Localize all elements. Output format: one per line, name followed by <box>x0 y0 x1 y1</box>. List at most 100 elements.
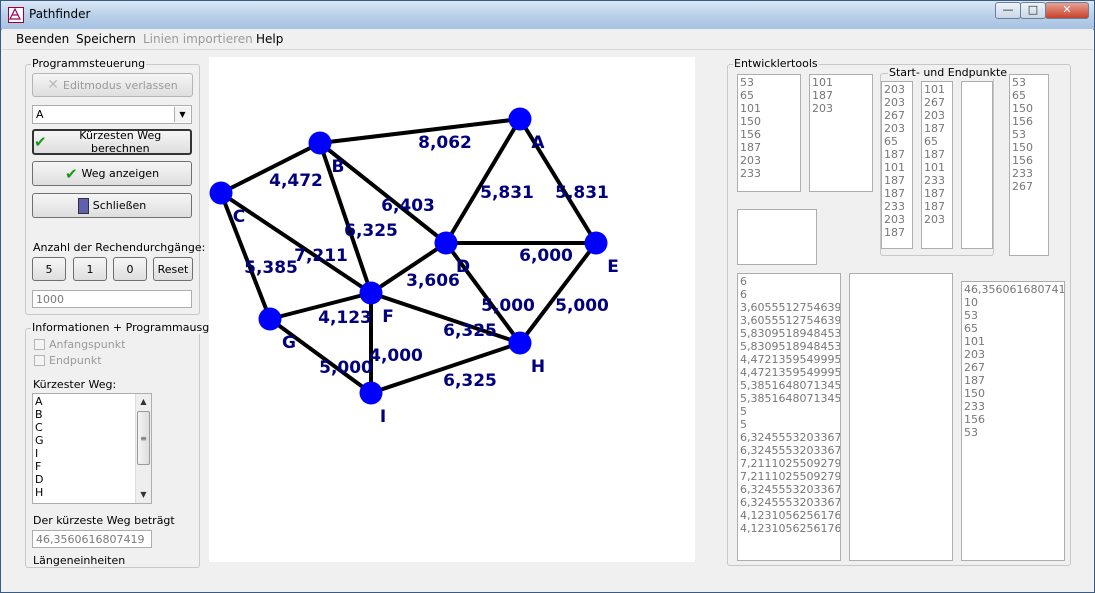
list-item[interactable]: 65 <box>884 135 910 148</box>
node-g[interactable] <box>258 307 282 331</box>
list-item[interactable]: 187 <box>884 226 910 239</box>
list-item[interactable]: 187 <box>812 89 870 102</box>
edge-g-i[interactable] <box>268 317 373 395</box>
close-app-button[interactable]: Schließen <box>32 193 192 218</box>
list-item[interactable]: 53 <box>964 309 1062 322</box>
list-item[interactable]: G <box>35 434 149 447</box>
shortest-path-scrollbar[interactable]: ▲ ≡ ▼ <box>135 394 151 503</box>
list-item[interactable]: 187 <box>924 200 950 213</box>
node-f[interactable] <box>359 281 383 305</box>
list-item[interactable]: 187 <box>924 122 950 135</box>
dev-list-2[interactable]: 101 187 203 <box>809 74 873 192</box>
list-item[interactable]: 101 <box>964 335 1062 348</box>
node-select[interactable]: A ▼ <box>32 105 192 124</box>
list-item[interactable]: 267 <box>1012 180 1046 193</box>
list-item[interactable]: 150 <box>1012 141 1046 154</box>
list-item[interactable]: 150 <box>964 387 1062 400</box>
menu-help[interactable]: Help <box>256 32 283 46</box>
node-a[interactable] <box>508 107 532 131</box>
list-item[interactable]: 203 <box>884 122 910 135</box>
list-item[interactable]: 233 <box>884 200 910 213</box>
list-item[interactable]: F <box>35 460 149 473</box>
shortest-path-list[interactable]: A B C G I F D H ▲ ≡ ▼ <box>32 393 152 504</box>
iteration-0-button[interactable]: 0 <box>113 257 147 281</box>
list-item[interactable]: 233 <box>964 400 1062 413</box>
list-item[interactable]: 187 <box>884 174 910 187</box>
list-item[interactable]: 6 <box>740 275 838 288</box>
list-item[interactable]: 203 <box>924 109 950 122</box>
checkbox-box[interactable] <box>34 355 45 366</box>
start-end-list-3[interactable] <box>961 81 993 249</box>
close-window-button[interactable]: ✕ <box>1045 2 1089 19</box>
checkbox-box[interactable] <box>34 339 45 350</box>
list-item[interactable]: 203 <box>884 83 910 96</box>
node-e[interactable] <box>584 231 608 255</box>
list-item[interactable]: 4,47213595499958 <box>740 366 840 379</box>
list-item[interactable]: 187 <box>740 141 798 154</box>
list-item[interactable]: 5,3851648071345 <box>740 392 840 405</box>
list-item[interactable]: 3,60555127546399 <box>740 314 840 327</box>
graph-canvas[interactable]: 8,062 5,831 5,831 4,472 6,403 6,325 7,211 5,385… <box>209 57 695 562</box>
list-item[interactable]: 101 <box>740 102 798 115</box>
scroll-up-icon[interactable]: ▲ <box>137 395 150 409</box>
compute-shortest-path-button[interactable]: ✔ Kürzesten Weg berechnen <box>32 129 192 155</box>
list-item[interactable]: 267 <box>884 109 910 122</box>
dev-empty-list[interactable] <box>849 273 953 561</box>
edge-c-g[interactable] <box>219 192 272 320</box>
list-item[interactable]: A <box>35 395 149 408</box>
list-item[interactable]: 65 <box>1012 89 1046 102</box>
list-item[interactable]: 101 <box>812 76 870 89</box>
iteration-5-button[interactable]: 5 <box>32 257 66 281</box>
list-item[interactable]: H <box>35 486 149 499</box>
list-item[interactable]: 101 <box>924 161 950 174</box>
list-item[interactable]: 203 <box>924 213 950 226</box>
list-item[interactable]: 53 <box>1012 128 1046 141</box>
list-item[interactable]: 156 <box>1012 115 1046 128</box>
scroll-down-icon[interactable]: ▼ <box>137 488 150 502</box>
list-item[interactable]: 4,12310562561766 <box>740 509 840 522</box>
reset-button[interactable]: Reset <box>153 257 193 281</box>
node-b[interactable] <box>308 131 332 155</box>
list-item[interactable]: 101 <box>884 161 910 174</box>
list-item[interactable]: 65 <box>964 322 1062 335</box>
graph-svg[interactable]: 8,062 5,831 5,831 4,472 6,403 6,325 7,2115,385… <box>209 57 695 562</box>
start-end-list-2[interactable]: 101 267 203 187 65 187 101 233 187 187 203 <box>921 81 953 249</box>
list-item[interactable]: 6,32455532033676 <box>740 444 840 457</box>
dev-empty-box[interactable] <box>737 209 817 265</box>
list-item[interactable]: 187 <box>884 187 910 200</box>
list-item[interactable]: 5 <box>740 405 838 418</box>
list-item[interactable]: 203 <box>812 102 870 115</box>
list-item[interactable]: 233 <box>1012 167 1046 180</box>
distances-list[interactable]: 6 6 3,60555127546399 3,60555127546399 5,8309… <box>737 273 841 561</box>
chevron-down-icon[interactable]: ▼ <box>174 107 190 122</box>
list-item[interactable]: 156 <box>1012 154 1046 167</box>
maximize-button[interactable]: □ <box>1020 2 1046 19</box>
list-item[interactable]: 187 <box>884 148 910 161</box>
list-item[interactable]: C <box>35 421 149 434</box>
list-item[interactable]: 53 <box>964 426 1062 439</box>
list-item[interactable]: 187 <box>924 148 950 161</box>
node-i[interactable] <box>359 381 383 405</box>
list-item[interactable]: 6,32455532033676 <box>740 496 840 509</box>
list-item[interactable]: 5,8309518948453 <box>740 327 840 340</box>
list-item[interactable]: 156 <box>964 413 1062 426</box>
list-item[interactable]: 10 <box>964 296 1062 309</box>
list-item[interactable]: 6,32455532033676 <box>740 431 840 444</box>
title-bar[interactable]: Pathfinder — □ ✕ <box>1 1 1094 30</box>
list-item[interactable]: 267 <box>964 361 1062 374</box>
show-path-button[interactable]: ✔ Weg anzeigen <box>32 161 192 186</box>
list-item[interactable]: 187 <box>964 374 1062 387</box>
end-point-checkbox[interactable]: Endpunkt <box>34 354 102 367</box>
list-item[interactable]: 233 <box>740 167 798 180</box>
menu-beenden[interactable]: Beenden <box>16 32 69 46</box>
list-item[interactable]: 46,3560616807419 <box>964 283 1064 296</box>
list-item[interactable]: 5,3851648071345 <box>740 379 840 392</box>
list-item[interactable]: B <box>35 408 149 421</box>
list-item[interactable]: 233 <box>924 174 950 187</box>
list-item[interactable]: I <box>35 447 149 460</box>
list-item[interactable]: 53 <box>1012 76 1046 89</box>
list-item[interactable]: 3,60555127546399 <box>740 301 840 314</box>
list-item[interactable]: 4,12310562561766 <box>740 522 840 535</box>
menu-linien-importieren[interactable]: Linien importieren <box>143 32 253 46</box>
minimize-button[interactable]: — <box>995 2 1021 19</box>
